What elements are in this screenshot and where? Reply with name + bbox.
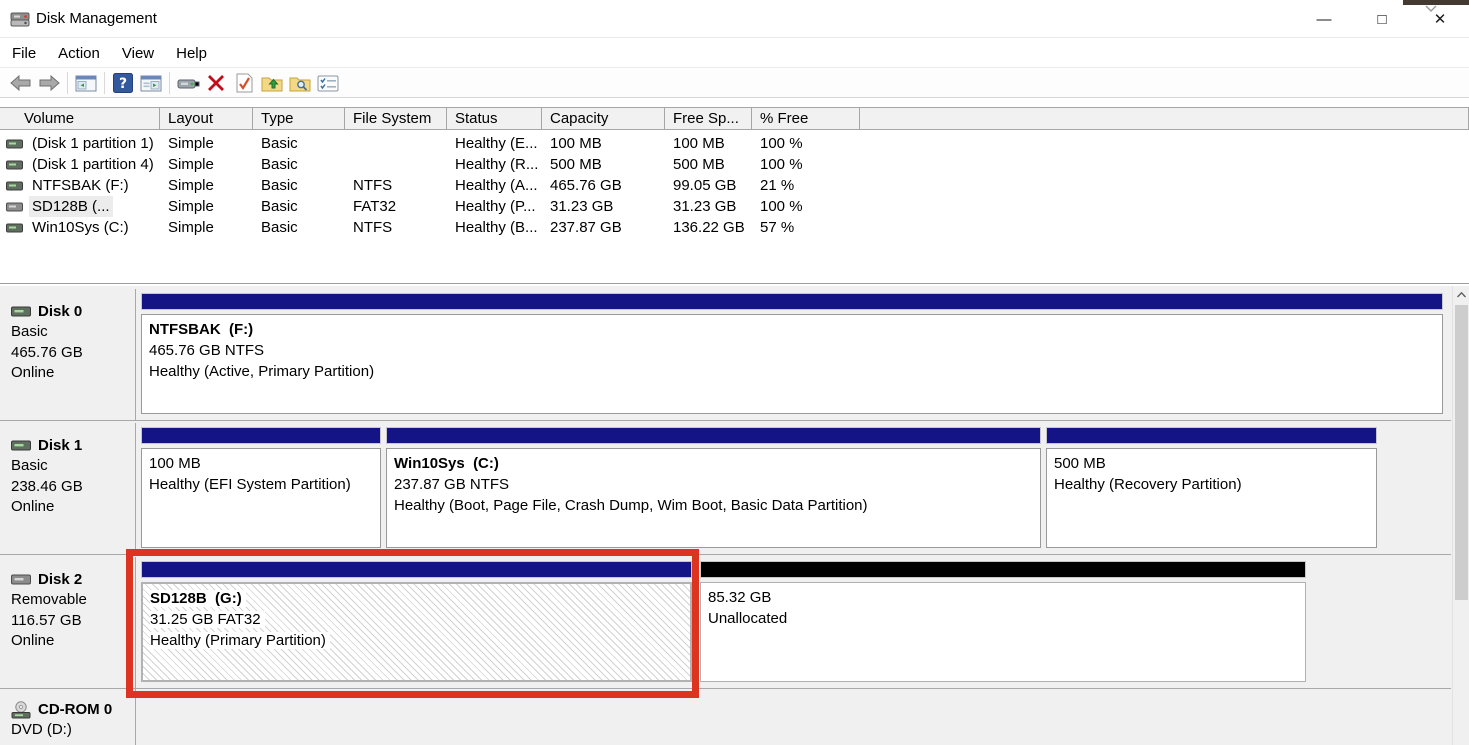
volume-drive-icon (6, 139, 23, 149)
svg-text:?: ? (119, 76, 127, 92)
folder-search-icon[interactable] (286, 71, 314, 95)
title-bar: Disk Management — □ ✕ (0, 0, 1469, 38)
disk1-row: Disk 1 Basic 238.46 GB Online 100 MB Hea… (0, 423, 1451, 555)
graphical-view-pane: Disk 0 Basic 465.76 GB Online NTFSBAK (F… (0, 286, 1469, 745)
toolbar: ? (0, 69, 1469, 98)
cdrom-icon (11, 701, 31, 719)
delete-icon[interactable] (202, 71, 230, 95)
console-tree-icon[interactable] (72, 71, 100, 95)
column-header-pct-free[interactable]: % Free (752, 108, 860, 129)
scrollbar-up-icon[interactable] (1453, 286, 1469, 303)
partition-recovery[interactable]: 500 MB Healthy (Recovery Partition) (1046, 427, 1377, 552)
disk0-label[interactable]: Disk 0 Basic 465.76 GB Online (2, 289, 136, 420)
volume-list-pane: Volume Layout Type File System Status Ca… (0, 99, 1469, 284)
disk1-label[interactable]: Disk 1 Basic 238.46 GB Online (2, 423, 136, 554)
checklist-icon[interactable] (314, 71, 342, 95)
close-button[interactable]: ✕ (1411, 0, 1469, 38)
toolbar-separator (104, 72, 105, 94)
column-header-free-space[interactable]: Free Sp... (665, 108, 752, 129)
disk-management-icon (10, 10, 30, 28)
back-icon[interactable] (7, 71, 35, 95)
disk-management-window: Disk Management — □ ✕ File Action View H… (0, 0, 1469, 745)
minimize-button[interactable]: — (1295, 0, 1353, 38)
column-header-capacity[interactable]: Capacity (542, 108, 665, 129)
partition-color-bar (1046, 427, 1377, 444)
cdrom-row: CD-ROM 0 DVD (D:) (0, 689, 1451, 745)
toolbar-separator (169, 72, 170, 94)
partition-color-bar (141, 427, 381, 444)
partition-unallocated[interactable]: 85.32 GB Unallocated (700, 561, 1306, 686)
volume-drive-icon (6, 223, 23, 233)
partition-sd128b-selected[interactable]: SD128B (G:) 31.25 GB FAT32 Healthy (Prim… (141, 561, 692, 686)
check-document-icon[interactable] (230, 71, 258, 95)
menu-file[interactable]: File (12, 39, 47, 68)
volume-row[interactable]: (Disk 1 partition 1) Simple Basic Health… (0, 133, 1469, 154)
column-header-file-system[interactable]: File System (345, 108, 447, 129)
disk-icon (11, 440, 31, 451)
disk2-label[interactable]: Disk 2 Removable 116.57 GB Online (2, 557, 136, 688)
column-header-volume[interactable]: Volume (0, 108, 160, 129)
disk2-row: Disk 2 Removable 116.57 GB Online SD128B… (0, 557, 1451, 689)
menu-view[interactable]: View (111, 39, 165, 68)
volume-row[interactable]: NTFSBAK (F:) Simple Basic NTFS Healthy (… (0, 175, 1469, 196)
column-header-layout[interactable]: Layout (160, 108, 253, 129)
column-header-type[interactable]: Type (253, 108, 345, 129)
partition-ntfsbak[interactable]: NTFSBAK (F:) 465.76 GB NTFS Healthy (Act… (141, 293, 1443, 418)
volume-drive-icon (6, 202, 23, 212)
cdrom-label[interactable]: CD-ROM 0 DVD (D:) (2, 689, 136, 745)
disk-icon (11, 574, 31, 585)
partition-efi[interactable]: 100 MB Healthy (EFI System Partition) (141, 427, 381, 552)
vertical-scrollbar[interactable] (1452, 286, 1469, 745)
maximize-button[interactable]: □ (1353, 0, 1411, 38)
folder-up-icon[interactable] (258, 71, 286, 95)
partition-color-bar (141, 293, 1443, 310)
volume-row[interactable]: (Disk 1 partition 4) Simple Basic Health… (0, 154, 1469, 175)
menu-bar: File Action View Help (0, 39, 1469, 68)
volume-row-selected[interactable]: SD128B (... Simple Basic FAT32 Healthy (… (0, 196, 1469, 217)
forward-icon[interactable] (35, 71, 63, 95)
window-title: Disk Management (36, 10, 157, 27)
partition-color-bar (386, 427, 1041, 444)
volume-row[interactable]: Win10Sys (C:) Simple Basic NTFS Healthy … (0, 217, 1469, 238)
volume-drive-icon (6, 160, 23, 170)
toolbar-separator (67, 72, 68, 94)
disk-icon (11, 306, 31, 317)
column-header-filler (860, 108, 1469, 129)
help-icon[interactable]: ? (109, 71, 137, 95)
menu-help[interactable]: Help (165, 39, 218, 68)
volume-drive-icon (6, 181, 23, 191)
device-icon[interactable] (174, 71, 202, 95)
chevron-down-icon (1425, 5, 1437, 12)
partition-win10sys[interactable]: Win10Sys (C:) 237.87 GB NTFS Healthy (Bo… (386, 427, 1041, 552)
column-header-status[interactable]: Status (447, 108, 542, 129)
volume-table-header: Volume Layout Type File System Status Ca… (0, 107, 1469, 130)
scrollbar-thumb[interactable] (1455, 305, 1468, 600)
unallocated-color-bar (700, 561, 1306, 578)
partition-color-bar (141, 561, 692, 578)
disk0-row: Disk 0 Basic 465.76 GB Online NTFSBAK (F… (0, 289, 1451, 421)
action-pane-icon[interactable] (137, 71, 165, 95)
menu-action[interactable]: Action (47, 39, 111, 68)
